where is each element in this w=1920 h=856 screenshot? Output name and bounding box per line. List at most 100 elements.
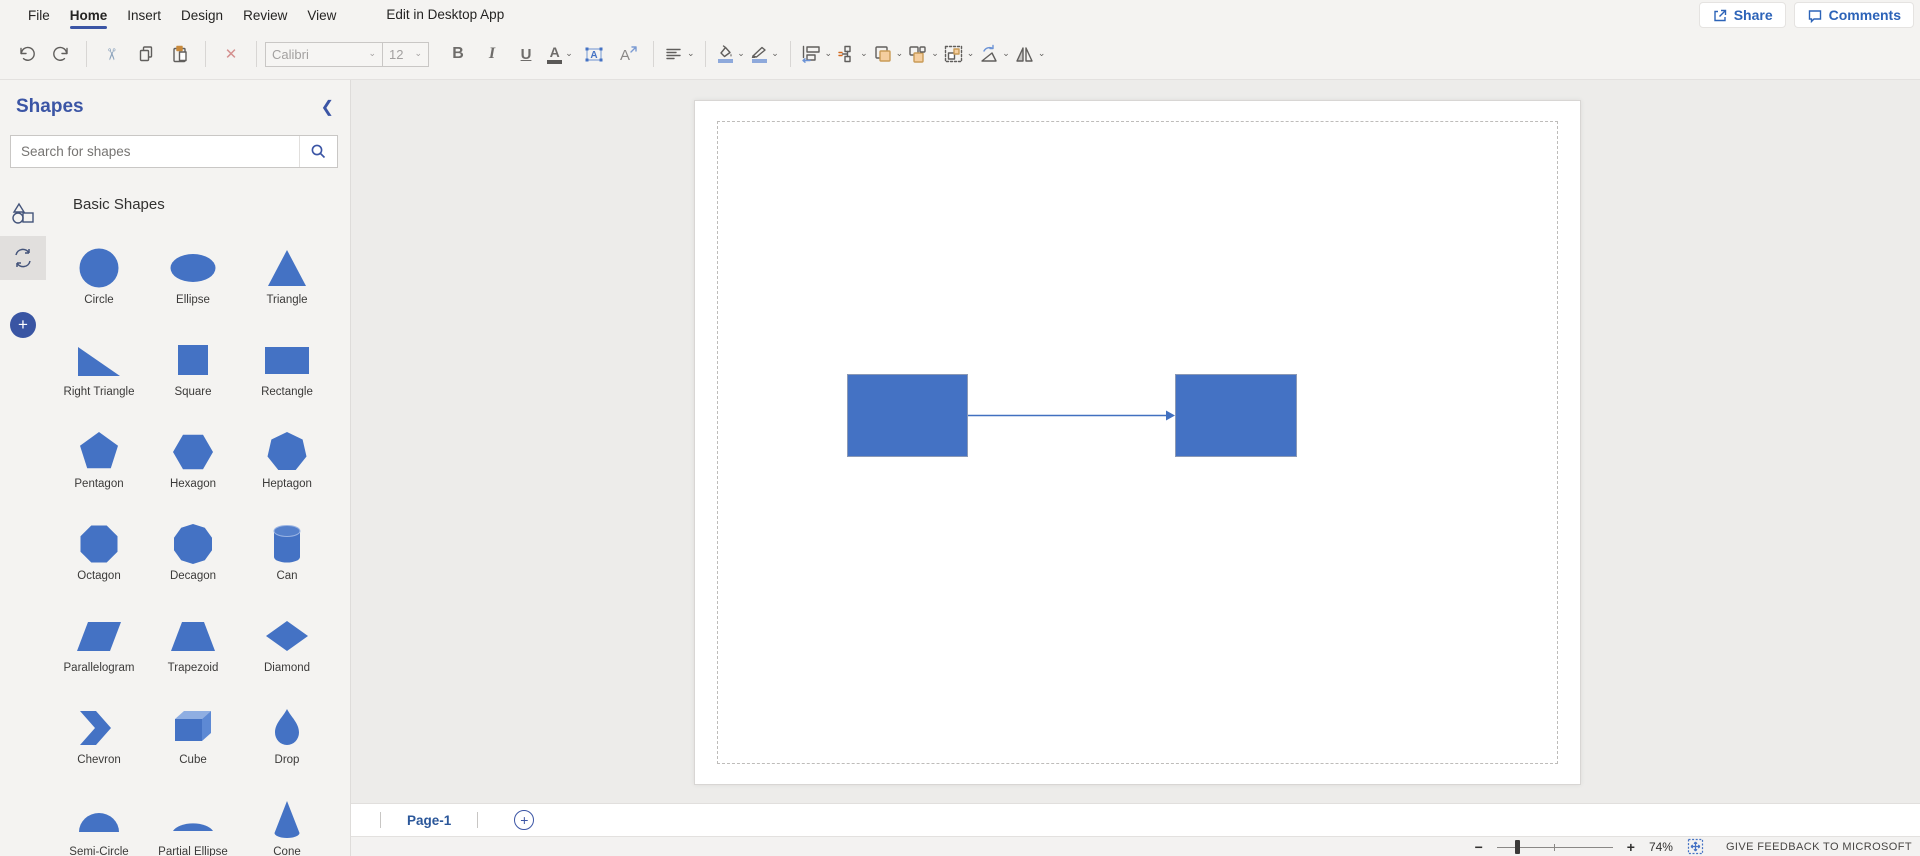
rotate-button[interactable]: ⌄ [978,37,1010,71]
chevron-down-icon: ⌄ [368,49,376,59]
align-text-button[interactable]: ⌄ [664,37,695,71]
menu-review[interactable]: Review [233,3,297,27]
zoom-slider[interactable] [1496,839,1613,854]
shape-item-trapezoid[interactable]: Trapezoid [146,604,240,696]
shape-label: Circle [84,294,114,306]
new-page-button[interactable]: + [514,810,535,830]
undo-button[interactable] [12,37,42,71]
shape-item-cone[interactable]: Cone [240,788,334,856]
shape-item-cube[interactable]: Cube [146,696,240,788]
fill-color-button[interactable]: ⌄ [716,37,746,71]
zoom-in-button[interactable]: + [1627,840,1635,854]
drawing-canvas[interactable] [351,80,1920,803]
shape-item-square[interactable]: Square [146,328,240,420]
text-block-button[interactable]: A [579,37,609,71]
align-shapes-icon [801,45,820,63]
search-button[interactable] [299,136,337,167]
copy-button[interactable] [131,37,161,71]
hexagon-icon [169,420,217,478]
italic-button[interactable]: I [477,37,507,71]
bring-forward-button[interactable]: ⌄ [872,37,903,71]
chevron-down-icon: ⌄ [931,49,939,59]
shapes-panel: Shapes ❮ + Basic Shapes Circle Ellipse Tri… [0,80,351,856]
shape-item-partial-ellipse[interactable]: Partial Ellipse [146,788,240,856]
give-feedback-link[interactable]: GIVE FEEDBACK TO MICROSOFT [1726,841,1912,853]
group-icon [944,45,962,63]
underline-button[interactable]: U [511,37,541,71]
shape-item-triangle[interactable]: Triangle [240,236,334,328]
shape-label: Rectangle [261,386,313,398]
diagram-rectangle-2[interactable] [1175,374,1297,457]
chevron-down-icon: ⌄ [1002,49,1010,59]
shape-label: Octagon [77,570,121,582]
shape-item-right-triangle[interactable]: Right Triangle [52,328,146,420]
font-family-combobox[interactable]: Calibri ⌄ [265,41,383,67]
shape-item-heptagon[interactable]: Heptagon [240,420,334,512]
italic-icon: I [488,45,496,62]
can-icon [263,512,311,570]
zoom-out-button[interactable]: − [1475,840,1483,854]
fill-color-icon [716,45,734,63]
menu-insert[interactable]: Insert [117,3,171,27]
stencil-shapes-icon[interactable] [0,192,46,236]
drawing-page[interactable] [694,100,1581,785]
shape-item-semi-circle[interactable]: Semi-Circle [52,788,146,856]
group-button[interactable]: ⌄ [943,37,974,71]
status-bar: − + 74% GIVE FEEDBACK TO MICROSOFT [351,836,1920,856]
paste-button[interactable] [165,37,195,71]
font-size-combobox[interactable]: 12 ⌄ [383,41,429,67]
share-button[interactable]: Share [1698,2,1786,28]
fit-page-to-window-icon[interactable] [1687,838,1704,855]
menu-view[interactable]: View [297,3,346,27]
triangle-icon [263,236,311,294]
stencil-recent-icon[interactable] [0,236,46,280]
shape-item-parallelogram[interactable]: Parallelogram [52,604,146,696]
chevron-down-icon: ⌄ [414,49,422,59]
diagram-connector-arrow[interactable] [968,406,1176,425]
undo-icon [20,46,35,61]
font-color-button[interactable]: A ⌄ [545,37,575,71]
position-button[interactable]: ⌄ [836,37,868,71]
shape-item-diamond[interactable]: Diamond [240,604,334,696]
page-tab-page-1[interactable]: Page-1 [381,813,477,828]
diagram-rectangle-1[interactable] [847,374,968,457]
menu-home[interactable]: Home [60,3,118,29]
edit-in-desktop-app-button[interactable]: Edit in Desktop App [386,7,504,22]
shape-item-hexagon[interactable]: Hexagon [146,420,240,512]
chevron-down-icon: ⌄ [824,49,833,59]
flip-button[interactable]: ⌄ [1014,37,1045,71]
shape-label: Triangle [266,294,308,306]
toolbar-separator [653,41,654,67]
menu-design[interactable]: Design [171,3,233,27]
toolbar-separator [704,41,706,67]
pick-up-style-button[interactable]: A [613,37,643,71]
shape-item-circle[interactable]: Circle [52,236,146,328]
cut-button[interactable]: ✂ [97,37,127,71]
line-color-button[interactable]: ⌄ [750,37,780,71]
shape-item-pentagon[interactable]: Pentagon [52,420,146,512]
shape-item-octagon[interactable]: Octagon [52,512,146,604]
shape-item-chevron[interactable]: Chevron [52,696,146,788]
menu-file[interactable]: File [18,3,60,27]
shape-item-ellipse[interactable]: Ellipse [146,236,240,328]
shape-label: Cube [179,754,207,766]
send-backward-button[interactable]: ⌄ [907,37,939,71]
delete-button[interactable]: ✕ [216,37,246,71]
comments-button[interactable]: Comments [1793,2,1914,28]
collapse-panel-chevron-icon[interactable]: ❮ [321,100,334,116]
shape-item-can[interactable]: Can [240,512,334,604]
zoom-slider-thumb[interactable] [1514,839,1520,854]
shape-item-decagon[interactable]: Decagon [146,512,240,604]
shape-item-rectangle[interactable]: Rectangle [240,328,334,420]
chevron-down-icon: ⌄ [565,49,573,59]
comments-icon [1808,9,1821,23]
shape-item-drop[interactable]: Drop [240,696,334,788]
shape-search-input[interactable] [11,144,299,159]
redo-button[interactable] [46,37,76,71]
toolbar-separator [789,41,791,67]
shape-label: Cone [273,846,301,856]
add-stencil-button[interactable]: + [10,312,36,338]
paste-icon [173,45,187,63]
bold-button[interactable]: B [443,37,473,71]
align-shapes-button[interactable]: ⌄ [801,37,833,71]
